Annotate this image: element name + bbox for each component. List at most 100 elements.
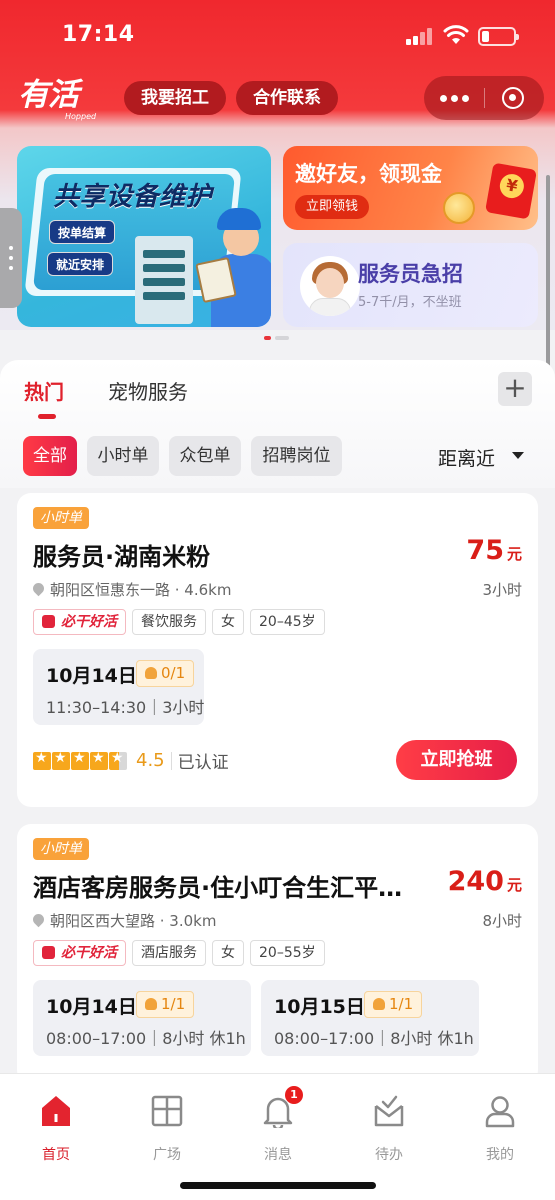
shift-time: 08:00–17:00｜8小时 休1h bbox=[274, 1029, 474, 1048]
job-tags: 必干好活 酒店服务女 20–55岁 bbox=[33, 940, 331, 966]
job-type-badge: 小时单 bbox=[33, 507, 89, 529]
home-icon bbox=[42, 1096, 70, 1126]
job-tag: 20–45岁 bbox=[250, 609, 325, 635]
star-icon bbox=[33, 750, 51, 770]
tabbar-label: 待办 bbox=[375, 1147, 403, 1163]
job-tag: 女 bbox=[212, 609, 244, 635]
tabbar-label: 广场 bbox=[153, 1147, 181, 1163]
shift-time: 08:00–17:00｜8小时 休1h bbox=[46, 1029, 246, 1048]
star-icon bbox=[52, 750, 70, 770]
status-bar: 17:14 bbox=[0, 0, 555, 70]
job-card[interactable]: 小时单 服务员·湖南米粉 75 元 朝阳区恒惠东一路 · 4.6km 3小时 必干… bbox=[17, 493, 538, 807]
coin-icon bbox=[443, 192, 475, 224]
grab-shift-button[interactable]: 立即抢班 bbox=[396, 740, 517, 780]
shift-slot[interactable]: 10月14日 1/1 08:00–17:00｜8小时 休1h bbox=[33, 980, 251, 1056]
employer-rating: 4.5已认证 bbox=[33, 748, 229, 773]
user-icon bbox=[485, 1096, 515, 1128]
active-tab-indicator bbox=[38, 414, 56, 419]
more-icon[interactable] bbox=[440, 90, 470, 106]
status-time: 17:14 bbox=[62, 22, 135, 47]
job-duration: 8小时 bbox=[482, 912, 522, 930]
tabbar-label: 我的 bbox=[486, 1147, 514, 1163]
tab-hot[interactable]: 热门 bbox=[24, 376, 64, 405]
sort-dropdown[interactable]: 距离近 bbox=[438, 444, 495, 471]
good-job-tag: 必干好活 bbox=[33, 940, 126, 966]
job-tag: 20–55岁 bbox=[250, 940, 325, 966]
job-tag: 餐饮服务 bbox=[132, 609, 206, 635]
half-star-icon bbox=[109, 750, 127, 770]
job-title: 服务员·湖南米粉 bbox=[33, 543, 211, 571]
job-card[interactable]: 小时单 酒店客房服务员·住小叮合生汇平… 240 元 朝阳区西大望路 · 3.0k… bbox=[17, 824, 538, 1084]
miniprogram-capsule bbox=[424, 76, 544, 120]
unread-badge: 1 bbox=[285, 1086, 303, 1104]
banner-invite-friends[interactable]: 邀好友，领现金 立即领钱 ¥ bbox=[283, 146, 538, 230]
waitress-avatar bbox=[300, 256, 360, 316]
app-logo: 有活 Hopped bbox=[18, 77, 97, 121]
job-type-badge: 小时单 bbox=[33, 838, 89, 860]
shift-capacity: 1/1 bbox=[136, 991, 195, 1018]
location-pin-icon bbox=[30, 911, 47, 928]
tabbar-label: 消息 bbox=[264, 1147, 292, 1163]
job-price: 75 元 bbox=[466, 535, 522, 566]
top-nav: 有活 Hopped 我要招工 合作联系 bbox=[0, 76, 555, 122]
grid-icon bbox=[151, 1095, 183, 1127]
job-location: 朝阳区恒惠东一路 · 4.6km bbox=[30, 579, 231, 600]
job-tag: 女 bbox=[212, 940, 244, 966]
banner-waiter-hiring[interactable]: 服务员急招 5-7千/月，不坐班 bbox=[283, 243, 538, 327]
filter-chip-hourly[interactable]: 小时单 bbox=[87, 436, 159, 476]
wifi-icon bbox=[443, 25, 469, 44]
job-location: 朝阳区西大望路 · 3.0km bbox=[30, 910, 216, 931]
shift-date: 10月14日 bbox=[46, 665, 137, 687]
job-duration: 3小时 bbox=[482, 581, 522, 599]
star-icon bbox=[90, 750, 108, 770]
shift-date: 10月15日 bbox=[274, 996, 365, 1018]
category-panel: 热门 宠物服务 + 全部 小时单 众包单 招聘岗位 距离近 bbox=[0, 360, 555, 488]
shield-icon bbox=[42, 945, 55, 959]
home-indicator bbox=[180, 1182, 376, 1189]
add-category-button[interactable]: + bbox=[498, 372, 532, 406]
tabbar-label: 首页 bbox=[42, 1147, 70, 1163]
tabbar-item-home[interactable]: 首页 bbox=[6, 1094, 106, 1164]
good-job-tag: 必干好活 bbox=[33, 609, 126, 635]
star-icon bbox=[71, 750, 89, 770]
person-icon bbox=[145, 666, 157, 679]
location-pin-icon bbox=[30, 580, 47, 597]
banner-tag: 就近安排 bbox=[47, 252, 114, 276]
bottom-tab-bar: 首页 广场 1 消息 待办 我的 bbox=[0, 1073, 555, 1200]
tabbar-item-todo[interactable]: 待办 bbox=[339, 1094, 439, 1164]
locker-machine-illustration bbox=[135, 236, 193, 324]
tabbar-item-me[interactable]: 我的 bbox=[450, 1094, 550, 1164]
close-miniprogram-icon[interactable] bbox=[502, 87, 524, 109]
filter-chip-recruit[interactable]: 招聘岗位 bbox=[251, 436, 342, 476]
tabbar-item-square[interactable]: 广场 bbox=[117, 1094, 217, 1164]
contact-button[interactable]: 合作联系 bbox=[236, 81, 338, 115]
job-tags: 必干好活 餐饮服务女 20–45岁 bbox=[33, 609, 331, 635]
chevron-down-icon[interactable] bbox=[512, 452, 524, 459]
job-tag: 酒店服务 bbox=[132, 940, 206, 966]
filter-chip-crowdsource[interactable]: 众包单 bbox=[169, 436, 241, 476]
shift-time: 11:30–14:30｜3小时 bbox=[46, 698, 205, 717]
job-price: 240 元 bbox=[447, 866, 522, 897]
claim-cash-button[interactable]: 立即领钱 bbox=[295, 195, 370, 219]
filter-chip-all[interactable]: 全部 bbox=[23, 436, 77, 476]
cellular-signal-icon bbox=[406, 28, 434, 45]
banner-tag: 按单结算 bbox=[49, 220, 116, 244]
tabbar-item-messages[interactable]: 1 消息 bbox=[228, 1086, 328, 1164]
inbox-check-icon bbox=[374, 1095, 404, 1127]
banner-subtitle: 5-7千/月，不坐班 bbox=[358, 295, 462, 310]
shield-icon bbox=[42, 614, 55, 628]
tab-pet-service[interactable]: 宠物服务 bbox=[108, 376, 188, 405]
banner-device-maintenance[interactable]: 共享设备维护 按单结算 就近安排 bbox=[17, 146, 271, 327]
banner-title: 服务员急招 bbox=[358, 262, 463, 286]
shift-slot[interactable]: 10月14日 0/1 11:30–14:30｜3小时 bbox=[33, 649, 204, 725]
person-icon bbox=[145, 997, 157, 1010]
shift-capacity: 1/1 bbox=[364, 991, 423, 1018]
job-title: 酒店客房服务员·住小叮合生汇平… bbox=[33, 874, 403, 902]
side-drawer-handle[interactable] bbox=[0, 208, 22, 308]
shift-capacity: 0/1 bbox=[136, 660, 195, 687]
red-envelope-icon: ¥ bbox=[484, 162, 538, 220]
banner-title: 邀好友，领现金 bbox=[295, 162, 442, 186]
person-icon bbox=[373, 997, 385, 1010]
shift-slot[interactable]: 10月15日 1/1 08:00–17:00｜8小时 休1h bbox=[261, 980, 479, 1056]
recruit-button[interactable]: 我要招工 bbox=[124, 81, 226, 115]
